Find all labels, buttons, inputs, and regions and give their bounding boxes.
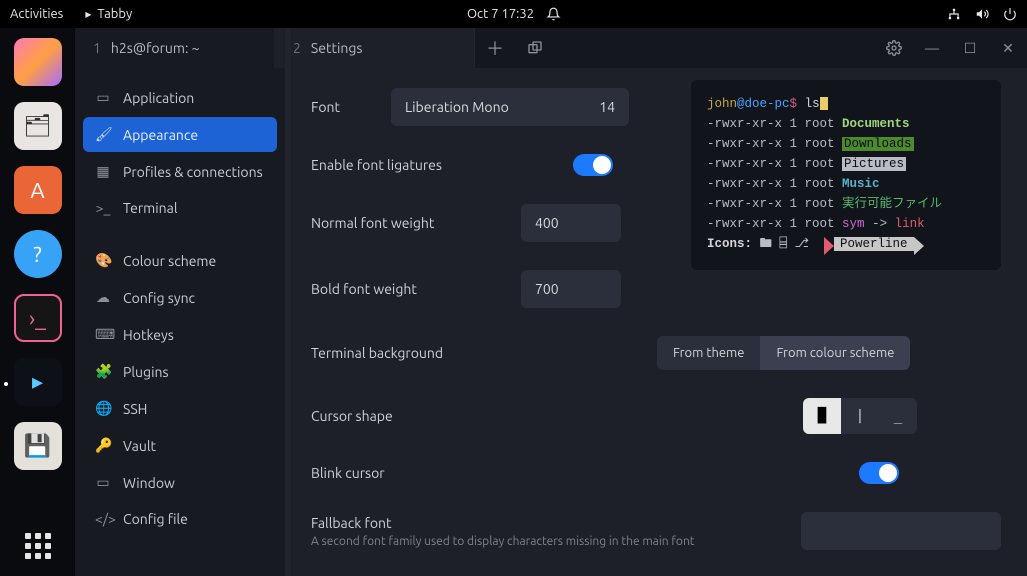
key-icon: 🔑 (95, 437, 111, 454)
sidebar-item-appearance[interactable]: 🖌Appearance (83, 117, 277, 152)
tab-terminal[interactable]: 1 h2s@forum: ~ (75, 28, 275, 68)
puzzle-icon: 🧩 (95, 363, 111, 380)
network-icon[interactable] (947, 7, 961, 21)
terminal-icon: >_ (95, 200, 111, 216)
font-selector[interactable]: Liberation Mono 14 (391, 88, 629, 126)
globe-icon: 🌐 (95, 400, 111, 417)
sidebar-item-terminal[interactable]: >_Terminal (83, 191, 277, 225)
sidebar-item-plugins[interactable]: 🧩Plugins (83, 354, 277, 389)
bold-weight-input[interactable]: 700 (521, 270, 621, 308)
sidebar-item-ssh[interactable]: 🌐SSH (83, 391, 277, 426)
power-icon[interactable] (1003, 7, 1017, 21)
bell-icon[interactable] (546, 7, 560, 21)
normal-weight-input[interactable]: 400 (521, 204, 621, 242)
window2-icon: ▭ (95, 474, 111, 491)
dock-icon-tabby[interactable]: ▸ (14, 358, 62, 406)
active-app[interactable]: ▸ Tabby (85, 7, 132, 21)
fallback-label: Fallback font (311, 515, 711, 531)
settings-sidebar: ▭Application 🖌Appearance ▦Profiles & con… (75, 68, 285, 576)
font-label: Font (311, 99, 391, 115)
termbg-opt-scheme[interactable]: From colour scheme (760, 336, 910, 370)
tabby-tri-icon: ▸ (85, 7, 91, 21)
gnome-topbar: Activities ▸ Tabby Oct 7 17:32 (0, 0, 1027, 28)
dock-icon-files[interactable]: 🗂 (14, 102, 62, 150)
cursor-block[interactable]: █ (803, 398, 841, 434)
sidebar-item-configfile[interactable]: </>Config file (83, 502, 277, 536)
grid-icon: ▦ (95, 163, 111, 180)
keyboard-icon: ⌨ (95, 326, 111, 343)
dock-icon-help[interactable]: ? (14, 230, 62, 278)
blink-label: Blink cursor (311, 465, 859, 481)
fallback-sub: A second font family used to display cha… (311, 535, 711, 548)
termbg-segmented: From theme From colour scheme (657, 336, 910, 370)
cursor-shape-segmented: █ | _ (803, 398, 917, 434)
clock[interactable]: Oct 7 17:32 (467, 7, 534, 21)
sidebar-item-window[interactable]: ▭Window (83, 465, 277, 500)
volume-icon[interactable] (975, 7, 989, 21)
activities-button[interactable]: Activities (10, 7, 63, 21)
ligatures-label: Enable font ligatures (311, 157, 573, 173)
code-icon: </> (95, 511, 111, 527)
cloud-icon: ☁ (95, 289, 111, 306)
close-button[interactable]: ✕ (989, 28, 1027, 68)
cursor-beam[interactable]: | (841, 398, 879, 434)
tab-settings[interactable]: 2 Settings (275, 28, 475, 68)
split-button[interactable] (515, 28, 555, 68)
powerline-badge: Powerline (834, 237, 914, 251)
dock-icon-software[interactable]: A (14, 166, 62, 214)
new-tab-button[interactable]: ＋ (475, 28, 515, 68)
sidebar-item-vault[interactable]: 🔑Vault (83, 428, 277, 463)
settings-gear-button[interactable] (875, 28, 913, 68)
dock-icon-terminal[interactable]: ›_ (14, 294, 62, 342)
terminal-preview: john@doe-pc$ ls -rwxr-xr-x 1 root Docume… (691, 80, 1001, 270)
dock-icon-disk[interactable]: 💾 (14, 422, 62, 470)
cursor-underline[interactable]: _ (879, 398, 917, 434)
settings-panel: Font Liberation Mono 14 Enable font liga… (285, 68, 1027, 576)
tab-bar: 1 h2s@forum: ~ 2 Settings ＋ — ☐ ✕ (75, 28, 1027, 68)
termbg-opt-theme[interactable]: From theme (657, 336, 760, 370)
sidebar-item-colour[interactable]: 🎨Colour scheme (83, 243, 277, 278)
ligatures-toggle[interactable] (573, 154, 613, 176)
bold-weight-label: Bold font weight (311, 281, 521, 297)
termbg-label: Terminal background (311, 345, 657, 361)
window-icon: ▭ (95, 89, 111, 106)
sidebar-item-application[interactable]: ▭Application (83, 80, 277, 115)
ubuntu-dock: 🗂 A ? ›_ ▸ 💾 (0, 28, 75, 576)
sidebar-item-configsync[interactable]: ☁Config sync (83, 280, 277, 315)
normal-weight-label: Normal font weight (311, 215, 521, 231)
fallback-input[interactable] (801, 512, 1001, 550)
dock-icon-gradient[interactable] (14, 38, 62, 86)
cursor-icon (820, 97, 828, 110)
sidebar-item-profiles[interactable]: ▦Profiles & connections (83, 154, 277, 189)
blink-toggle[interactable] (859, 462, 899, 484)
sidebar-item-hotkeys[interactable]: ⌨Hotkeys (83, 317, 277, 352)
maximize-button[interactable]: ☐ (951, 28, 989, 68)
dock-apps-grid[interactable] (20, 528, 56, 564)
cursor-label: Cursor shape (311, 408, 803, 424)
tabby-window: 1 h2s@forum: ~ 2 Settings ＋ — ☐ ✕ ▭Appli… (75, 28, 1027, 576)
palette-icon: 🎨 (95, 252, 111, 269)
minimize-button[interactable]: — (913, 28, 951, 68)
brush-icon: 🖌 (95, 126, 111, 143)
